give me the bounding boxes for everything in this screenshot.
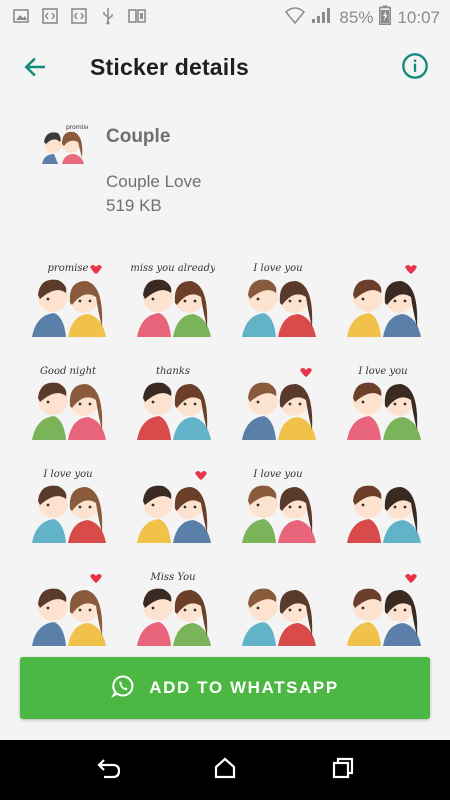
sticker-item[interactable]: [120, 456, 225, 554]
sticker-caption: promise: [47, 263, 88, 274]
whatsapp-icon: [111, 674, 135, 703]
page-title: Sticker details: [90, 54, 249, 80]
image-icon: [12, 7, 30, 25]
sticker-image: I love you: [31, 469, 106, 543]
code-icon: [41, 7, 59, 25]
sticker-image: Miss You: [136, 572, 211, 646]
sticker-image: [346, 574, 421, 646]
wifi-icon: [285, 6, 306, 29]
sticker-item[interactable]: Good night: [15, 353, 120, 451]
battery-percentage: 85%: [339, 7, 374, 27]
sticker-item[interactable]: I love you: [225, 250, 330, 348]
navigation-bar: [0, 740, 450, 800]
usb-icon: [99, 7, 117, 25]
sticker-image: I love you: [346, 366, 421, 440]
sticker-image: [346, 265, 421, 337]
sticker-item[interactable]: [225, 353, 330, 451]
pack-publisher: Couple Love: [106, 172, 202, 191]
sticker-item[interactable]: promise: [15, 250, 120, 348]
sticker-item[interactable]: [330, 456, 435, 554]
sticker-item[interactable]: I love you: [15, 456, 120, 554]
add-button-label: ADD TO WHATSAPP: [149, 678, 339, 697]
info-button[interactable]: [398, 51, 432, 85]
clock: 10:07: [397, 7, 440, 27]
status-icons-right: 85% 10:07: [285, 5, 440, 30]
sticker-image: [241, 588, 316, 646]
sticker-item[interactable]: miss you already: [120, 250, 225, 348]
sticker-caption: miss you already: [131, 263, 215, 274]
svg-text:promise: promise: [66, 124, 88, 131]
sticker-caption: I love you: [252, 263, 302, 274]
sticker-image: thanks: [136, 366, 211, 440]
sim-icon: [128, 7, 146, 25]
status-bar: 85% 10:07: [0, 0, 450, 32]
sticker-item[interactable]: I love you: [225, 456, 330, 554]
code-icon: [70, 7, 88, 25]
pack-tray-icon: promise: [38, 120, 90, 170]
back-icon: [96, 756, 122, 785]
nav-home-button[interactable]: [210, 756, 240, 784]
sticker-image: I love you: [241, 263, 316, 337]
sticker-caption: Good night: [39, 366, 96, 377]
sticker-caption: I love you: [252, 469, 302, 480]
sticker-image: [346, 485, 421, 543]
pack-name: Couple: [106, 126, 171, 147]
sticker-image: [136, 471, 211, 543]
sticker-item[interactable]: thanks: [120, 353, 225, 451]
arrow-left-icon: [22, 54, 48, 85]
status-icons-left: [12, 7, 146, 25]
toolbar: Sticker details: [0, 32, 450, 104]
sticker-image: miss you already: [131, 263, 215, 337]
sticker-item[interactable]: [15, 559, 120, 657]
sticker-image: [31, 574, 106, 646]
recents-icon: [331, 756, 355, 785]
nav-recents-button[interactable]: [328, 756, 358, 784]
signal-icon: [311, 6, 333, 29]
pack-size: 519 KB: [106, 196, 162, 215]
sticker-item[interactable]: [330, 250, 435, 348]
sticker-caption: I love you: [357, 366, 407, 377]
sticker-image: [241, 368, 316, 440]
sticker-image: Good night: [31, 366, 106, 440]
info-icon: [401, 52, 429, 85]
home-icon: [213, 756, 237, 785]
sticker-item[interactable]: [225, 559, 330, 657]
add-to-whatsapp-button[interactable]: ADD TO WHATSAPP: [20, 657, 430, 719]
nav-back-button[interactable]: [94, 756, 124, 784]
sticker-grid: promise miss you already I love you Good ni…: [15, 250, 435, 657]
sticker-item[interactable]: [330, 559, 435, 657]
back-button[interactable]: [18, 52, 52, 86]
sticker-image: I love you: [241, 469, 316, 543]
battery-charging-icon: [379, 5, 392, 30]
sticker-caption: I love you: [42, 469, 92, 480]
sticker-item[interactable]: Miss You: [120, 559, 225, 657]
sticker-item[interactable]: I love you: [330, 353, 435, 451]
sticker-image: promise: [31, 263, 106, 337]
sticker-caption: thanks: [155, 366, 189, 377]
sticker-caption: Miss You: [149, 572, 195, 583]
